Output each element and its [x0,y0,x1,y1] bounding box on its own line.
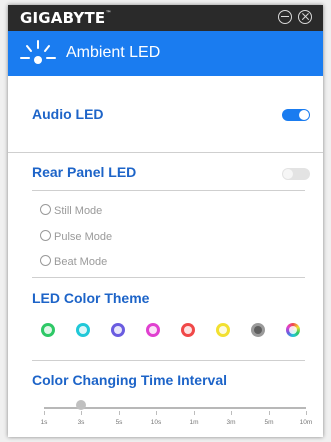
slider-tick [44,411,45,415]
color-swatch[interactable] [251,323,265,337]
audio-led-label: Audio LED [32,106,104,122]
slider-tick [306,411,307,415]
color-swatch[interactable] [286,323,300,337]
slider-tick-label: 3s [77,419,85,426]
swatch-center [79,326,87,334]
radio-circle-icon [40,255,51,266]
swatch-center [184,326,192,334]
rear-panel-led-label: Rear Panel LED [32,164,137,180]
section-divider [32,277,305,278]
radio-circle-icon [40,204,51,215]
color-swatch[interactable] [41,323,55,337]
slider-tick-label: 10s [150,419,162,426]
app-window: GIGABYTE™ Ambient LED Audio LED Rear Pan… [8,5,323,437]
swatch-center [44,326,52,334]
led-burst-icon [20,40,56,64]
swatch-center [254,326,262,334]
slider-tick [269,411,270,415]
radio-label: Beat Mode [54,256,108,268]
page-title: Ambient LED [66,44,161,61]
section-divider [32,360,305,361]
slider-tick [81,411,82,415]
slider-tick-label: 10m [299,419,313,426]
slider-tick-label: 3m [226,419,236,426]
radio-circle-icon [40,230,51,241]
interval-slider-thumb[interactable] [76,400,86,410]
slider-tick-label: 5s [115,419,123,426]
swatch-center [289,326,297,334]
slider-tick-label: 1s [40,419,48,426]
color-swatch[interactable] [146,323,160,337]
section-divider [32,190,305,191]
color-swatch[interactable] [181,323,195,337]
slider-tick [119,411,120,415]
minimize-button[interactable] [278,10,292,24]
rear-panel-led-toggle[interactable] [282,168,310,180]
color-swatch[interactable] [111,323,125,337]
still-mode-radio[interactable]: Still Mode [40,204,102,217]
page-header: Ambient LED [8,31,323,76]
radio-label: Still Mode [54,205,103,217]
slider-tick-label: 5m [264,419,274,426]
slider-tick-label: 1m [189,419,199,426]
audio-led-toggle[interactable] [282,109,310,121]
brand-logo: GIGABYTE™ [20,9,112,27]
toggle-knob [283,169,293,179]
close-button[interactable] [298,10,312,24]
beat-mode-radio[interactable]: Beat Mode [40,255,107,268]
led-color-theme-label: LED Color Theme [32,290,150,306]
slider-tick [156,411,157,415]
swatch-center [219,326,227,334]
color-swatch[interactable] [76,323,90,337]
pulse-mode-radio[interactable]: Pulse Mode [40,230,112,243]
swatch-center [149,326,157,334]
section-divider [8,152,323,153]
color-swatch[interactable] [216,323,230,337]
slider-tick [194,411,195,415]
swatch-center [114,326,122,334]
slider-tick [231,411,232,415]
title-bar[interactable]: GIGABYTE™ [8,5,323,31]
interval-label: Color Changing Time Interval [32,372,227,388]
toggle-knob [299,110,309,120]
radio-label: Pulse Mode [54,231,113,243]
